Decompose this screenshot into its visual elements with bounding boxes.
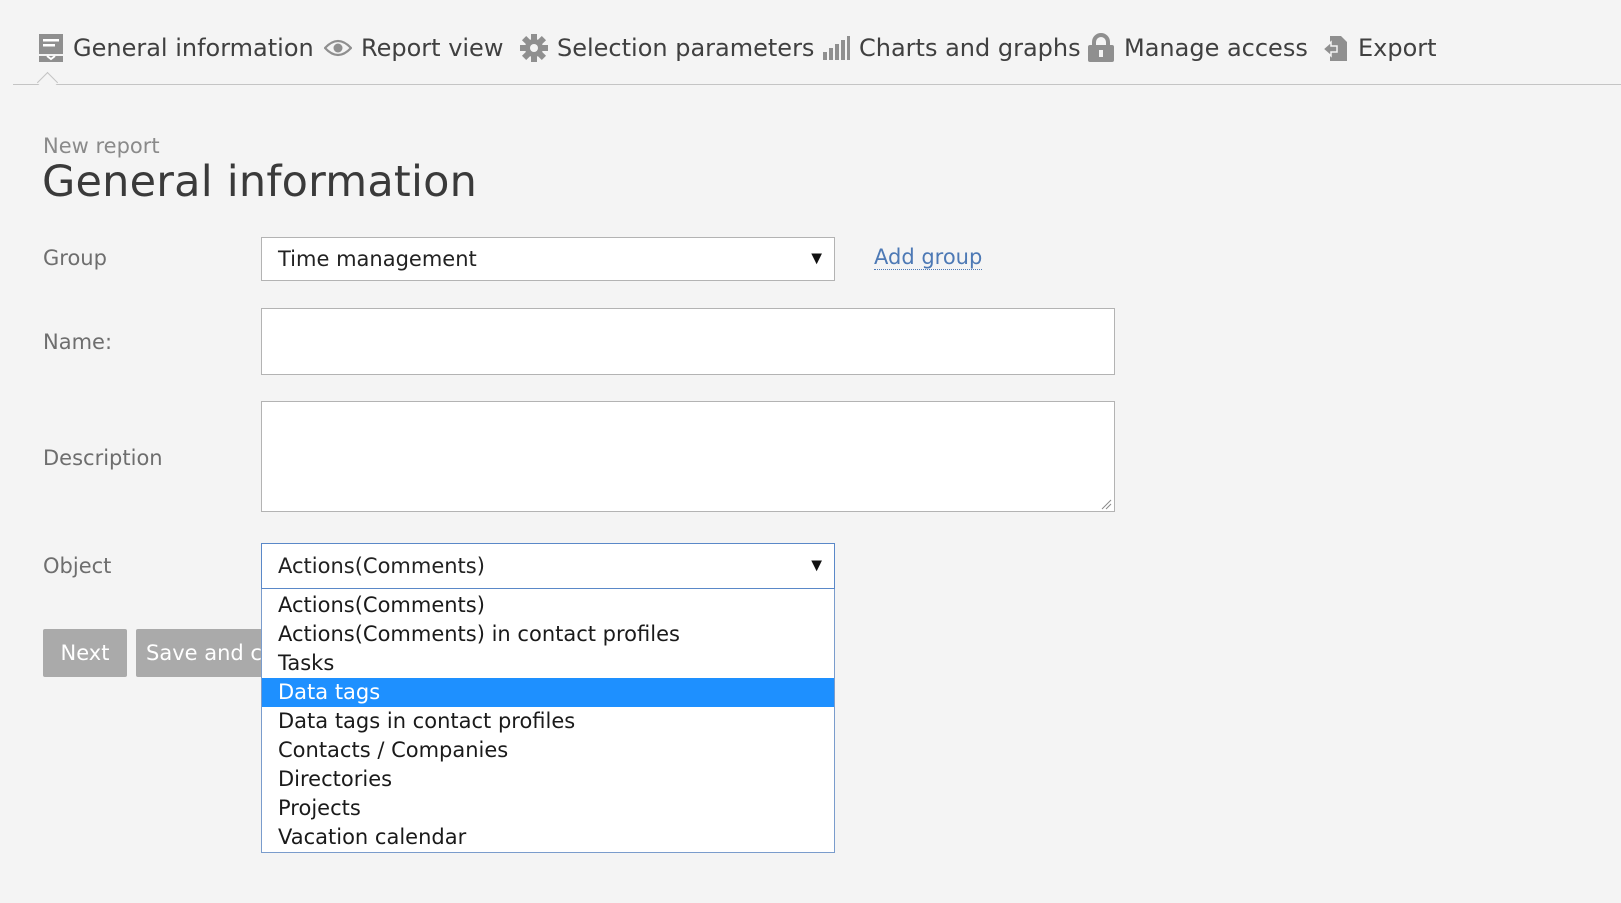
dropdown-option-highlighted[interactable]: Data tags [262, 678, 834, 707]
tab-export[interactable]: Export [1321, 30, 1437, 66]
name-label: Name: [43, 330, 113, 354]
name-input[interactable] [261, 308, 1115, 375]
active-tab-pointer [36, 71, 59, 94]
tab-charts-and-graphs[interactable]: Charts and graphs [822, 30, 1081, 66]
form-icon [38, 33, 64, 63]
next-button[interactable]: Next [43, 629, 127, 677]
eye-icon [324, 38, 352, 58]
tab-report-view[interactable]: Report view [324, 30, 503, 66]
tab-selection-parameters[interactable]: Selection parameters [520, 30, 814, 66]
dropdown-option[interactable]: Projects [262, 794, 834, 823]
description-textarea[interactable] [261, 401, 1115, 512]
tab-bar-divider [13, 84, 1621, 85]
description-label: Description [43, 446, 163, 470]
dropdown-option[interactable]: Vacation calendar [262, 823, 834, 852]
export-icon [1321, 34, 1349, 62]
group-select-value: Time management [278, 247, 477, 271]
caret-down-icon: ▼ [811, 557, 822, 574]
dropdown-option[interactable]: Data tags in contact profiles [262, 707, 834, 736]
tab-export-label: Export [1358, 34, 1437, 62]
object-select-value: Actions(Comments) [278, 554, 485, 578]
group-label: Group [43, 246, 107, 270]
tab-charts-label: Charts and graphs [859, 34, 1081, 62]
tab-manage-access[interactable]: Manage access [1087, 30, 1308, 66]
dropdown-option[interactable]: Actions(Comments) [262, 591, 834, 620]
lock-icon [1087, 33, 1115, 63]
dropdown-option[interactable]: Directories [262, 765, 834, 794]
dropdown-option[interactable]: Actions(Comments) in contact profiles [262, 620, 834, 649]
tab-general-label: General information [73, 34, 314, 62]
tab-general-information[interactable]: General information [38, 30, 314, 66]
tab-report-view-label: Report view [361, 34, 504, 62]
group-select[interactable]: Time management ▼ [261, 237, 835, 281]
dropdown-option[interactable]: Tasks [262, 649, 834, 678]
tab-bar: General information Report view Selectio… [0, 0, 1621, 94]
resize-grip-icon[interactable] [1100, 498, 1112, 510]
save-and-close-button[interactable]: Save and cl [136, 629, 276, 677]
gear-icon [520, 34, 548, 62]
caret-down-icon: ▼ [811, 250, 822, 267]
add-group-link[interactable]: Add group [874, 245, 983, 270]
page-title: General information [42, 157, 478, 207]
breadcrumb: New report [43, 134, 160, 158]
dropdown-option[interactable]: Contacts / Companies [262, 736, 834, 765]
object-label: Object [43, 554, 112, 578]
bar-chart-icon [822, 35, 850, 61]
tab-access-label: Manage access [1124, 34, 1308, 62]
object-select[interactable]: Actions(Comments) ▼ [261, 543, 835, 589]
tab-selection-label: Selection parameters [557, 34, 815, 62]
object-dropdown-list: Actions(Comments) Actions(Comments) in c… [261, 589, 835, 853]
